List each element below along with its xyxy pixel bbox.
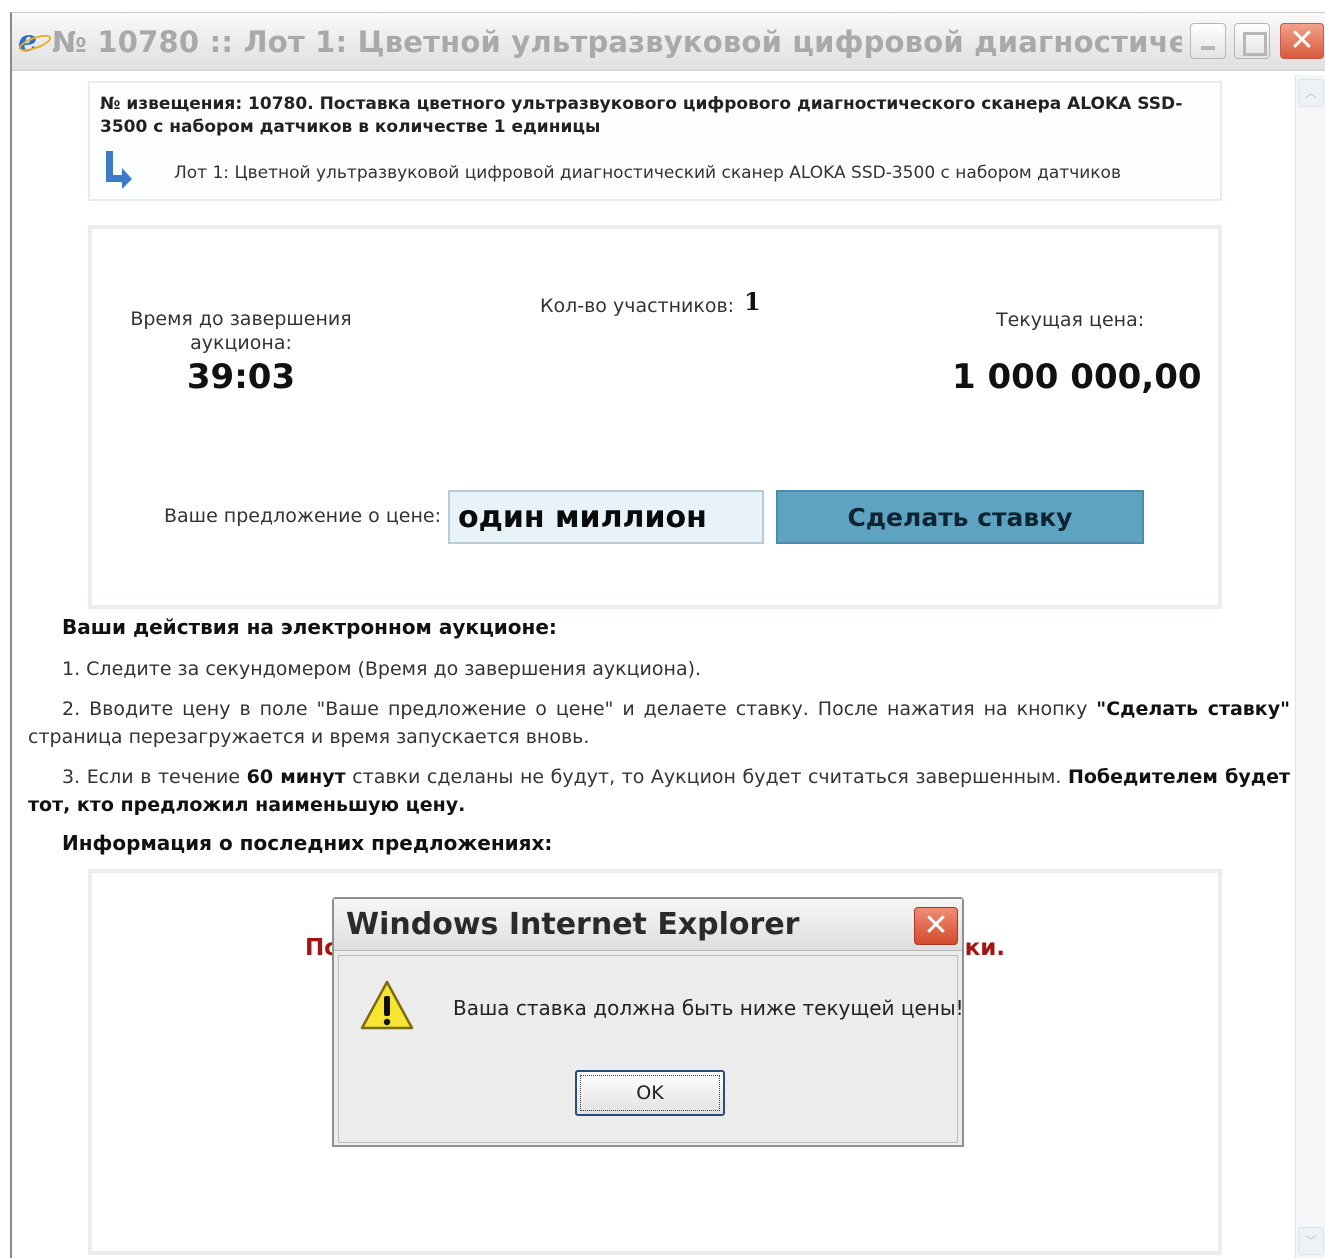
instructions-heading: Ваши действия на электронном аукционе: [62, 615, 557, 639]
window-title: № 10780 :: Лот 1: Цветной ультразвуковой… [52, 25, 1182, 59]
instruction-step-1-text: 1. Следите за секундомером (Время до зав… [62, 658, 702, 680]
instruction-step-3-text-a: 3. Если в течение [62, 766, 247, 788]
ie-icon: e [18, 27, 50, 57]
place-bid-button[interactable]: Сделать ставку [776, 490, 1144, 544]
current-price-value: 1 000 000,00 [952, 357, 1202, 397]
close-icon: ✕ [923, 908, 949, 943]
maximize-button[interactable] [1234, 23, 1270, 59]
dialog-titlebar[interactable]: Windows Internet Explorer ✕ [334, 899, 962, 951]
instruction-step-2-text-a: 2. Вводите цену в поле "Ваше предложение… [62, 698, 1097, 720]
warning-icon [360, 980, 414, 1030]
alert-dialog: Windows Internet Explorer ✕ Ваша ставка … [332, 897, 964, 1147]
instruction-step-3: 3. Если в течение 60 минут ставки сделан… [28, 763, 1290, 819]
dialog-message: Ваша ставка должна быть ниже текущей цен… [453, 996, 964, 1020]
participants-label: Кол-во участников: [540, 295, 735, 317]
history-heading: Информация о последних предложениях: [62, 831, 553, 855]
close-button[interactable]: ✕ [1280, 23, 1324, 59]
time-remaining-label: Время до завершения аукциона: [130, 308, 352, 354]
auction-panel: Время до завершения аукциона: 39:03 Кол-… [88, 225, 1222, 609]
instruction-step-2-text-b: страница перезагружается и время запуска… [28, 726, 590, 748]
instruction-step-2-bold: "Сделать ставку" [1096, 698, 1290, 720]
dialog-close-button[interactable]: ✕ [914, 907, 958, 945]
minimize-button[interactable] [1190, 23, 1226, 59]
instruction-step-1: 1. Следите за секундомером (Время до зав… [28, 655, 1290, 683]
dialog-title: Windows Internet Explorer [346, 907, 800, 942]
participants-count: 1 [744, 287, 761, 316]
notice-title: № извещения: 10780. Поставка цветного ул… [100, 94, 1183, 137]
ok-button[interactable]: OK [575, 1070, 725, 1116]
vertical-scrollbar[interactable]: ︿ ﹀ [1295, 75, 1325, 1258]
offer-input[interactable] [448, 490, 764, 544]
current-price-label: Текущая цена: [996, 309, 1145, 331]
instruction-step-2: 2. Вводите цену в поле "Ваше предложение… [28, 695, 1290, 751]
notice-panel: № извещения: 10780. Поставка цветного ул… [88, 81, 1222, 201]
window-titlebar[interactable]: e № 10780 :: Лот 1: Цветной ультразвуков… [12, 13, 1325, 71]
offer-label: Ваше предложение о цене: [164, 505, 441, 527]
lot-name: Лот 1: Цветной ультразвуковой цифровой д… [174, 163, 1121, 183]
chevron-down-icon: ﹀ [1304, 1234, 1317, 1248]
dialog-body: Ваша ставка должна быть ниже текущей цен… [338, 955, 964, 1143]
scroll-up-button[interactable]: ︿ [1298, 79, 1324, 107]
scroll-down-button[interactable]: ﹀ [1298, 1227, 1324, 1255]
instruction-step-3-bold-duration: 60 минут [246, 766, 346, 788]
close-icon: ✕ [1289, 23, 1315, 58]
arrow-down-right-icon [106, 151, 132, 189]
time-remaining-value: 39:03 [186, 357, 296, 397]
instruction-step-3-text-b: ставки сделаны не будут, то Аукцион буде… [345, 766, 1068, 788]
chevron-up-icon: ︿ [1304, 86, 1317, 100]
